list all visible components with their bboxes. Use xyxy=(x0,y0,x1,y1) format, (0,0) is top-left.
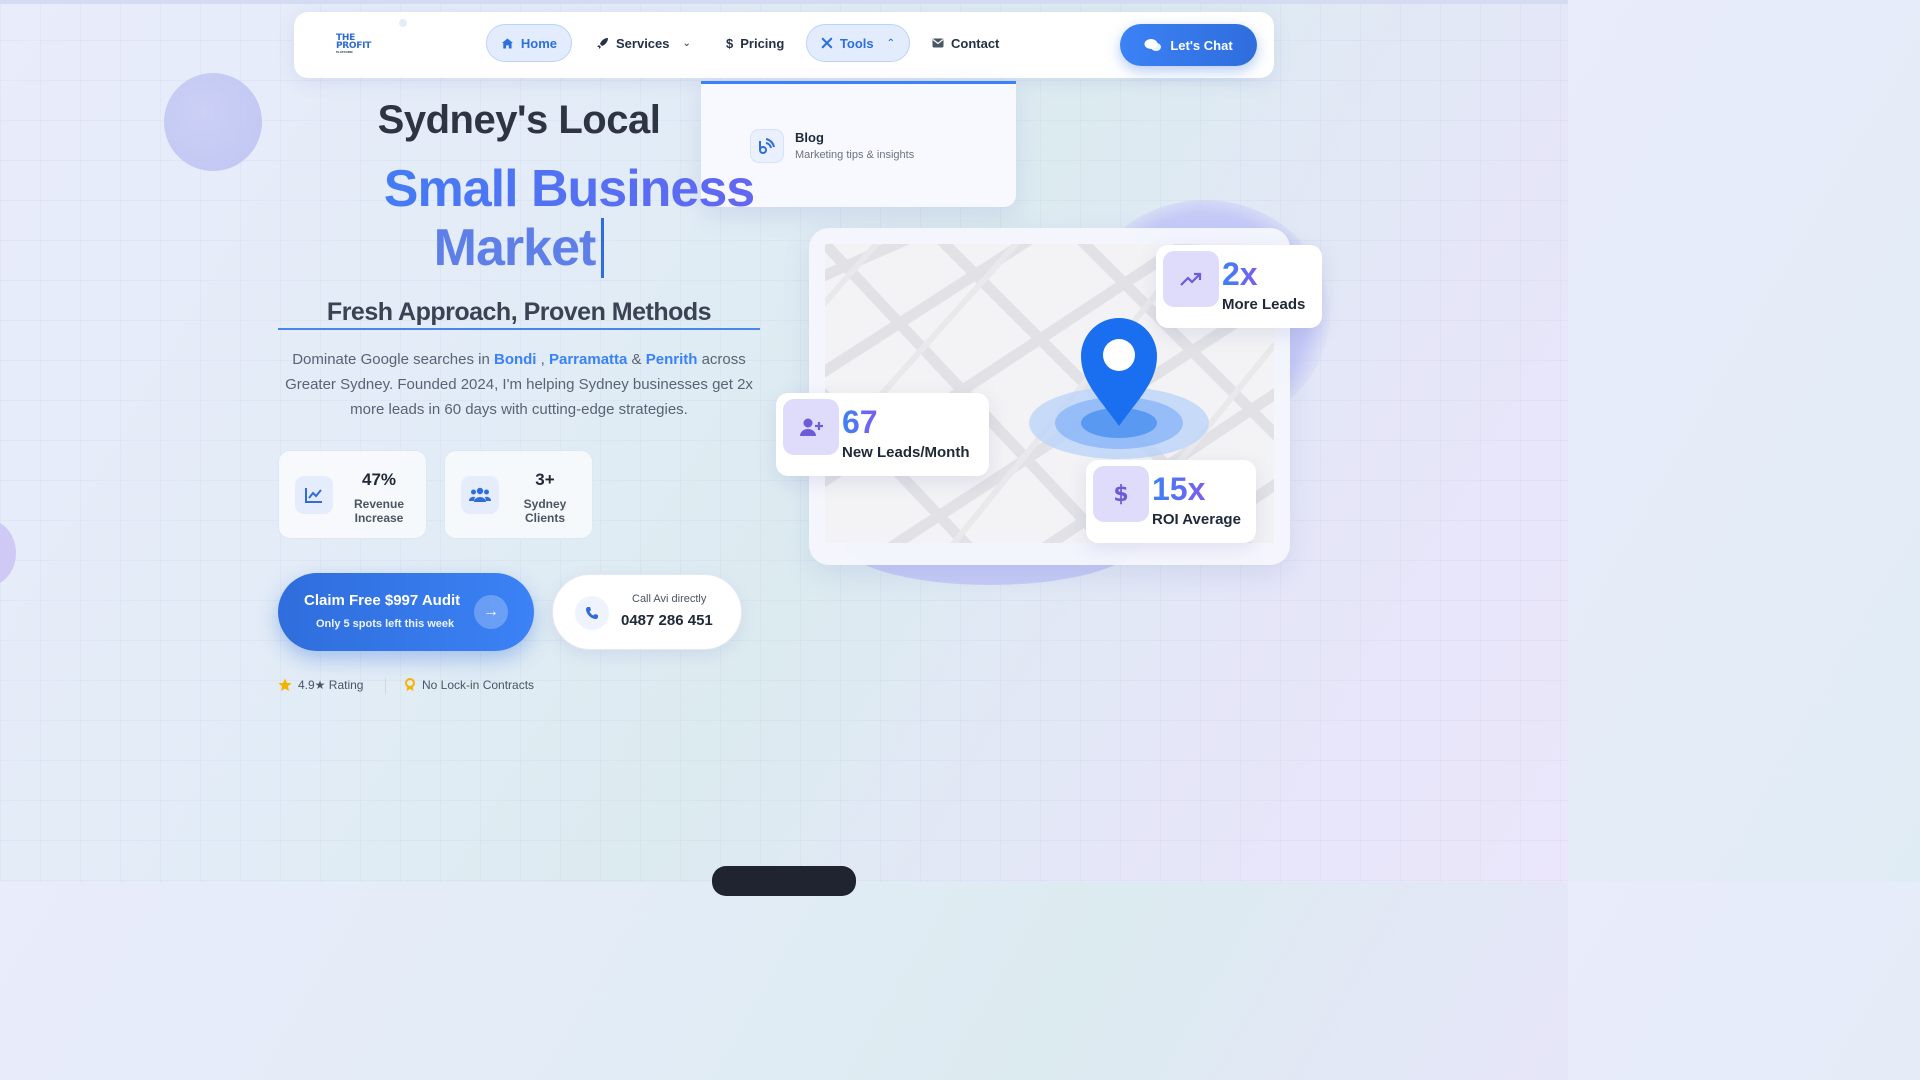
stat-label: Sydney Clients xyxy=(523,497,567,525)
stat-label: Revenue Increase xyxy=(353,497,405,525)
logo-line: PROFIT xyxy=(336,41,372,51)
desc-separator: , xyxy=(536,351,549,368)
phone-icon xyxy=(575,596,609,630)
hero-description: Dominate Google searches in Bondi , Parr… xyxy=(278,347,760,422)
call-label: Call Avi directly xyxy=(632,593,707,605)
envelope-icon xyxy=(932,38,944,48)
trust-rating: 4.9★ Rating xyxy=(278,678,363,692)
rocket-icon xyxy=(597,37,608,49)
call-button[interactable]: Call Avi directly 0487 286 451 xyxy=(552,574,742,650)
contracts-text: No Lock-in Contracts xyxy=(422,678,535,692)
metric-card-more-leads: 2x More Leads xyxy=(1156,245,1322,328)
hero-title-line3: Market xyxy=(278,218,760,278)
hero-title-line2: Small Business xyxy=(278,160,760,218)
nav-tools[interactable]: Tools ⌃ xyxy=(806,24,910,62)
rating-text: 4.9★ Rating xyxy=(298,678,364,692)
lets-chat-button[interactable]: Let's Chat xyxy=(1120,24,1257,66)
tools-icon xyxy=(821,37,833,49)
decorative-blob xyxy=(164,73,262,171)
phone-number: 0487 286 451 xyxy=(621,612,713,629)
metric-label: New Leads/Month xyxy=(842,444,970,461)
chart-line-icon xyxy=(295,476,333,514)
chevron-down-icon: ⌄ xyxy=(682,37,691,49)
chat-bubbles-icon xyxy=(1144,39,1162,51)
users-icon xyxy=(461,476,499,514)
typing-caret xyxy=(601,218,605,278)
nav-pricing[interactable]: $ Pricing xyxy=(712,24,798,62)
hero-title-word: Market xyxy=(433,219,597,277)
star-icon xyxy=(278,678,292,691)
metric-label: ROI Average xyxy=(1152,511,1241,528)
top-accent-line xyxy=(0,0,1568,4)
nav-tools-label: Tools xyxy=(839,35,874,51)
trending-up-icon xyxy=(1163,251,1219,307)
home-icon xyxy=(501,37,513,49)
metric-label: More Leads xyxy=(1222,296,1306,313)
dropdown-item-desc: Marketing tips & insights xyxy=(795,149,915,161)
bottom-toolbar[interactable] xyxy=(712,866,856,896)
stat-card-clients: 3+ Sydney Clients xyxy=(444,450,593,539)
nav-contact[interactable]: Contact xyxy=(918,24,1013,62)
dropdown-item-blog[interactable]: Blog xyxy=(795,130,824,145)
stat-value: 47% xyxy=(361,470,397,489)
location-bondi: Bondi xyxy=(493,351,537,368)
desc-separator: & xyxy=(627,351,646,368)
subheading-underline xyxy=(278,328,760,330)
navbar: THE PROFIT PLATFORM Home Services ⌄ $ Pr… xyxy=(294,12,1274,78)
chevron-up-icon: ⌃ xyxy=(886,37,895,49)
hero-title-line1: Sydney's Local xyxy=(377,98,661,142)
nav-services-label: Services xyxy=(616,35,670,51)
dollar-icon: $ xyxy=(726,35,734,51)
stat-value: 3+ xyxy=(535,470,555,489)
user-plus-icon xyxy=(783,399,839,455)
metric-value: 15x xyxy=(1152,471,1206,507)
nav-services[interactable]: Services ⌄ xyxy=(582,24,705,62)
award-icon xyxy=(405,678,415,691)
logo[interactable]: THE PROFIT PLATFORM xyxy=(336,34,380,56)
hero-subheading: Fresh Approach, Proven Methods xyxy=(326,298,712,326)
nav-contact-label: Contact xyxy=(951,35,1000,51)
divider xyxy=(385,678,386,694)
nav-pricing-label: Pricing xyxy=(740,35,785,51)
location-penrith: Penrith xyxy=(645,351,698,368)
cta-main-label: Claim Free $997 Audit xyxy=(304,592,461,609)
arrow-right-icon: → xyxy=(474,595,508,629)
nav-home-label: Home xyxy=(520,35,557,51)
cta-sub-label: Only 5 spots left this week xyxy=(316,618,455,630)
desc-text: Dominate Google searches in xyxy=(292,351,494,368)
dollar-icon: $ xyxy=(1093,466,1149,522)
metric-value: 2x xyxy=(1222,256,1258,292)
decorative-dot xyxy=(399,19,407,27)
metric-card-new-leads: 67 New Leads/Month xyxy=(776,393,989,476)
lets-chat-label: Let's Chat xyxy=(1170,37,1233,53)
metric-card-roi: $ 15x ROI Average xyxy=(1086,460,1256,543)
nav-home[interactable]: Home xyxy=(486,24,572,62)
trust-contracts: No Lock-in Contracts xyxy=(404,678,534,692)
claim-audit-button[interactable]: Claim Free $997 Audit Only 5 spots left … xyxy=(278,573,534,651)
location-parramatta: Parramatta xyxy=(549,351,628,368)
metric-value: 67 xyxy=(842,404,878,440)
stat-card-revenue: 47% Revenue Increase xyxy=(278,450,427,539)
